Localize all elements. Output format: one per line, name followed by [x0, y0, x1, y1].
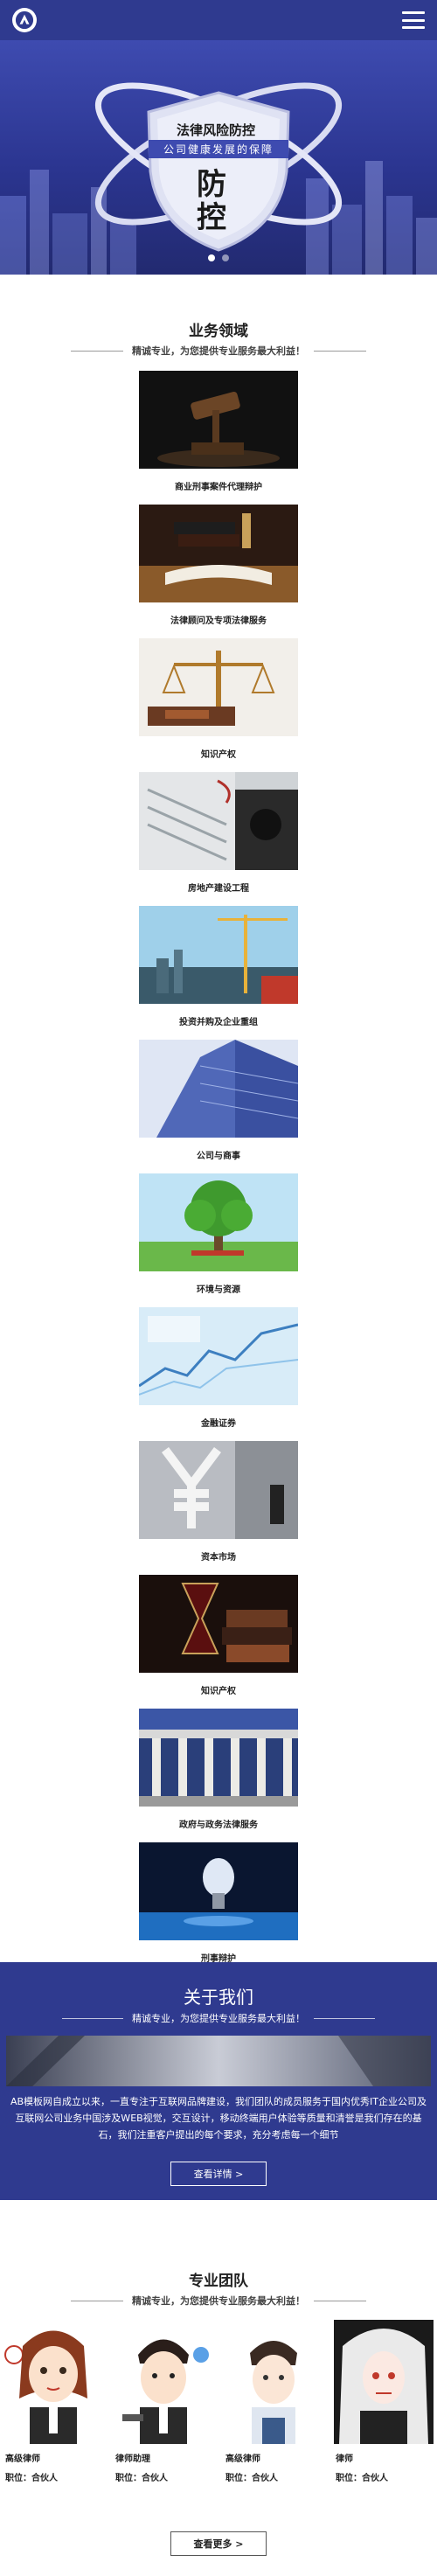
- carousel-dots: [0, 254, 437, 261]
- business-card-image[interactable]: [139, 1307, 298, 1405]
- business-card[interactable]: 环境与资源: [139, 1173, 298, 1295]
- team-member-card[interactable]: 高级律师职位：合伙人: [3, 2320, 103, 2483]
- about-details-button[interactable]: 查看详情 >: [170, 2162, 267, 2186]
- business-card[interactable]: 知识产权: [139, 1575, 298, 1696]
- team-member-photo[interactable]: [334, 2320, 434, 2444]
- business-subtitle-row: 精诚专业，为您提供专业服务最大利益！: [0, 344, 437, 358]
- business-card-label[interactable]: 商业刑事案件代理辩护: [139, 479, 298, 492]
- about-subtitle-row: 精诚专业，为您提供专业服务最大利益！: [0, 2011, 437, 2025]
- business-card[interactable]: 金融证券: [139, 1307, 298, 1429]
- team-member-photo[interactable]: [114, 2320, 213, 2444]
- team-subtitle: 精诚专业，为您提供专业服务最大利益！: [132, 2295, 305, 2307]
- team-member-role: 职位：合伙人: [115, 2474, 168, 2483]
- business-card[interactable]: 资本市场: [139, 1441, 298, 1563]
- business-card[interactable]: 知识产权: [139, 638, 298, 760]
- business-card[interactable]: 刑事辩护: [139, 1842, 298, 1964]
- team-member-card[interactable]: 律师助理职位：合伙人: [114, 2320, 213, 2483]
- team-member-name: 高级律师: [225, 2454, 260, 2464]
- business-card-image[interactable]: [139, 505, 298, 602]
- business-card-label[interactable]: 环境与资源: [139, 1282, 298, 1295]
- team-member-name: 律师助理: [115, 2454, 150, 2464]
- business-card-label[interactable]: 公司与商事: [139, 1148, 298, 1161]
- business-card-label[interactable]: 资本市场: [139, 1549, 298, 1563]
- business-card-image[interactable]: [139, 1575, 298, 1673]
- business-card-image[interactable]: [139, 1173, 298, 1271]
- hamburger-menu-icon[interactable]: [402, 11, 425, 29]
- about-subtitle: 精诚专业，为您提供专业服务最大利益！: [132, 2013, 305, 2024]
- business-section-title: 业务领域: [189, 323, 248, 340]
- business-card-image[interactable]: [139, 1040, 298, 1138]
- banner-big-text: 防控: [197, 167, 226, 235]
- business-card[interactable]: 公司与商事: [139, 1040, 298, 1161]
- about-banner-image: [6, 2036, 431, 2086]
- team-section-title: 专业团队: [189, 2273, 248, 2290]
- about-title: 关于我们: [184, 1987, 253, 2008]
- team-member-name: 律师: [336, 2454, 353, 2464]
- business-card-image[interactable]: [139, 1441, 298, 1539]
- business-card[interactable]: 房地产建设工程: [139, 772, 298, 894]
- business-card-label[interactable]: 投资并购及企业重组: [139, 1014, 298, 1027]
- about-description: AB模板网自成立以来，一直专注于互联网品牌建设，我们团队的成员服务于国内优秀IT…: [10, 2096, 427, 2141]
- business-card-label[interactable]: 知识产权: [139, 1683, 298, 1696]
- team-member-role: 职位：合伙人: [225, 2474, 278, 2483]
- carousel-dot-1[interactable]: [208, 254, 215, 261]
- team-member-role: 职位：合伙人: [5, 2474, 58, 2483]
- team-member-card[interactable]: 律师职位：合伙人: [334, 2320, 434, 2483]
- business-card-label[interactable]: 金融证券: [139, 1416, 298, 1429]
- business-card[interactable]: 投资并购及企业重组: [139, 906, 298, 1027]
- business-card-image[interactable]: [139, 638, 298, 736]
- hero-banner[interactable]: 法律风险防控 公司健康发展的保障 防控: [0, 40, 437, 275]
- banner-subtitle: 公司健康发展的保障: [149, 140, 288, 158]
- team-subtitle-row: 精诚专业，为您提供专业服务最大利益！: [0, 2294, 437, 2308]
- top-header: [0, 0, 437, 40]
- business-card-label[interactable]: 知识产权: [139, 747, 298, 760]
- business-card-image[interactable]: [139, 371, 298, 469]
- team-member-name: 高级律师: [5, 2454, 40, 2464]
- team-member-photo[interactable]: [224, 2320, 323, 2444]
- business-subtitle: 精诚专业，为您提供专业服务最大利益！: [132, 345, 305, 357]
- business-card-image[interactable]: [139, 1842, 298, 1940]
- business-card-image[interactable]: [139, 772, 298, 870]
- team-member-card[interactable]: 高级律师职位：合伙人: [224, 2320, 323, 2483]
- team-member-role: 职位：合伙人: [336, 2474, 388, 2483]
- business-card[interactable]: 商业刑事案件代理辩护: [139, 371, 298, 492]
- team-more-button[interactable]: 查看更多 >: [170, 2531, 267, 2556]
- business-card-label[interactable]: 法律顾问及专项法律服务: [139, 613, 298, 626]
- about-section: 关于我们 精诚专业，为您提供专业服务最大利益！ AB模板网自成立以来，一直专注于…: [0, 1962, 437, 2200]
- business-card-image[interactable]: [139, 906, 298, 1004]
- business-card-label[interactable]: 政府与政务法律服务: [139, 1817, 298, 1830]
- business-card-label[interactable]: 房地产建设工程: [139, 881, 298, 894]
- business-card[interactable]: 政府与政务法律服务: [139, 1709, 298, 1830]
- business-card-image[interactable]: [139, 1709, 298, 1807]
- business-card[interactable]: 法律顾问及专项法律服务: [139, 505, 298, 626]
- logo-a-icon[interactable]: [12, 8, 37, 32]
- carousel-dot-2[interactable]: [222, 254, 229, 261]
- banner-title: 法律风险防控: [176, 122, 255, 138]
- team-member-photo[interactable]: [3, 2320, 103, 2444]
